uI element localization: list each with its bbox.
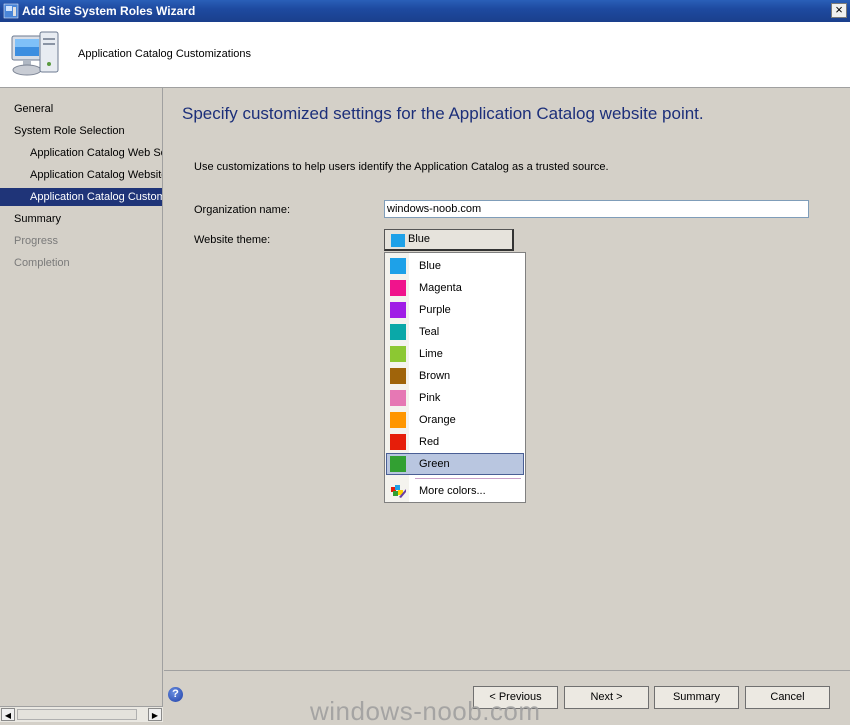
color-option-green[interactable]: Green [386,453,524,475]
color-palette-icon [391,485,406,498]
content-heading: Specify customized settings for the Appl… [182,104,704,123]
color-option-lime[interactable]: Lime [386,343,524,365]
nav-item-summary[interactable]: Summary [0,210,162,228]
menu-separator [415,478,521,479]
color-swatch [390,456,406,472]
scroll-thumb[interactable] [17,709,137,720]
close-button[interactable]: × [831,3,847,18]
next-button[interactable]: Next > [564,686,649,709]
color-swatch [390,412,406,428]
color-swatch [390,258,406,274]
window-titlebar: Add Site System Roles Wizard × [0,0,850,22]
color-swatch [390,390,406,406]
organization-name-input[interactable] [384,200,809,218]
color-option-red[interactable]: Red [386,431,524,453]
color-option-brown[interactable]: Brown [386,365,524,387]
nav-item-general[interactable]: General [0,100,162,118]
more-colors-item[interactable]: More colors... [386,480,524,502]
color-option-label: Purple [419,304,451,316]
color-swatch [390,324,406,340]
color-option-label: Green [419,458,450,470]
color-option-label: Teal [419,326,440,338]
color-option-purple[interactable]: Purple [386,299,524,321]
nav-item-progress: Progress [14,235,59,247]
color-option-label: Orange [419,414,456,426]
scroll-right-icon[interactable]: ▶ [148,708,162,721]
color-swatch [390,302,406,318]
nav-horizontal-scrollbar[interactable]: ◀ ▶ [0,706,163,722]
wizard-nav: General System Role Selection Applicatio… [0,88,163,706]
color-option-label: Brown [419,370,451,382]
color-option-label: Red [419,436,440,448]
page-title: Application Catalog Customizations [78,48,252,60]
more-colors-label: More colors... [419,485,486,497]
color-option-teal[interactable]: Teal [386,321,524,343]
color-option-orange[interactable]: Orange [386,409,524,431]
color-swatch [390,346,406,362]
website-theme-button[interactable]: Blue [384,229,514,251]
computer-icon [11,31,59,76]
cancel-button[interactable]: Cancel [745,686,830,709]
color-option-blue[interactable]: Blue [386,255,524,277]
scroll-left-icon[interactable]: ◀ [1,708,15,721]
color-swatch [390,368,406,384]
theme-color-menu: Blue Magenta Purple Teal Lime Brown Pink [384,252,526,503]
wizard-header: Application Catalog Customizations [0,22,850,88]
color-option-label: Magenta [419,282,462,294]
color-option-label: Blue [419,260,442,272]
help-icon[interactable]: ? [168,687,183,702]
color-swatch [390,280,406,296]
window-title: Add Site System Roles Wizard [22,4,196,18]
website-theme-label: Website theme: [194,234,271,246]
close-icon: × [835,2,843,17]
nav-item-app-catalog-customizations[interactable]: Application Catalog Customi [0,188,162,206]
intro-text: Use customizations to help users identif… [194,161,609,173]
summary-button[interactable]: Summary [654,686,739,709]
color-option-pink[interactable]: Pink [386,387,524,409]
color-option-magenta[interactable]: Magenta [386,277,524,299]
nav-item-app-catalog-web-service[interactable]: Application Catalog Web Se [0,144,162,162]
nav-item-app-catalog-website[interactable]: Application Catalog Website [0,166,162,184]
watermark-text: windows-noob.com [310,696,541,725]
nav-item-system-role-selection[interactable]: System Role Selection [0,122,162,140]
color-option-label: Lime [419,348,443,360]
organization-name-label: Organization name: [194,204,290,216]
color-swatch [390,434,406,450]
nav-item-completion: Completion [14,257,70,269]
wizard-content: Specify customized settings for the Appl… [164,88,850,670]
theme-value: Blue [408,233,431,245]
color-option-label: Pink [419,392,441,404]
theme-swatch [391,234,405,247]
wizard-app-icon [3,3,19,19]
